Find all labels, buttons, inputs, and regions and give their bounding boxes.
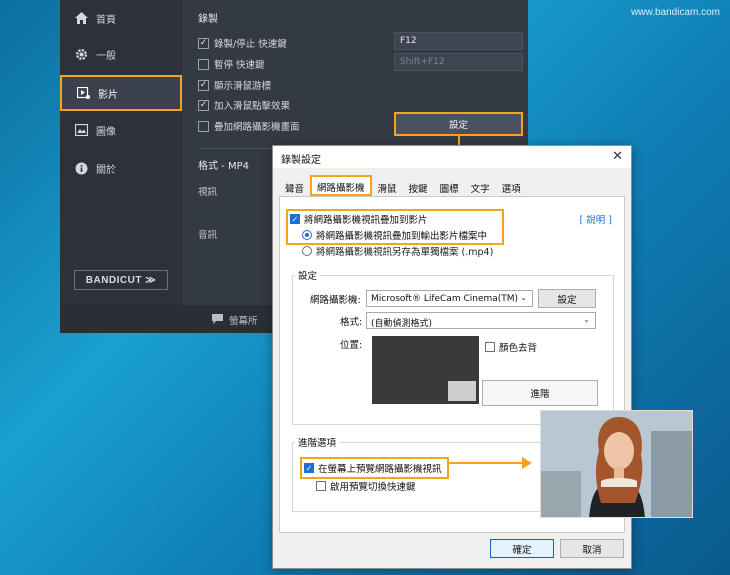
option-label: 在螢幕上預覽網路攝影機視訊 (318, 464, 442, 475)
webcam-preview-photo (540, 410, 693, 518)
tab-sound[interactable]: 聲音 (279, 178, 310, 196)
webcam-select[interactable]: Microsoft® LifeCam Cinema(TM) ⌄ (366, 290, 533, 307)
tab-mouse[interactable]: 滑鼠 (372, 178, 403, 196)
sidebar-item-about[interactable]: 關於 (60, 150, 182, 186)
bandicut-button[interactable]: BANDICUT ≫ (74, 270, 168, 290)
chevron-down-icon: ⌄ (520, 293, 527, 302)
tab-logo[interactable]: 圖標 (434, 178, 465, 196)
chevron-down-icon: ⌄ (583, 315, 590, 324)
gear-icon (74, 47, 88, 61)
sidebar-item-video[interactable]: 影片 (60, 75, 182, 111)
add-webcam-option[interactable]: ✓ 將網路攝影機視訊疊加到影片 (290, 212, 428, 226)
option-label: 將網路攝影機視訊疊加到輸出影片檔案中 (316, 231, 488, 242)
tab-webcam[interactable]: 網路攝影機 (310, 175, 372, 196)
preview-hotkey-option[interactable]: 啟用預覽切換快速鍵 (316, 479, 416, 493)
checkbox[interactable] (198, 58, 209, 70)
webcam-label: 網路攝影機: (310, 295, 361, 306)
position-label: 位置: (340, 340, 363, 351)
arrow-right-icon (447, 457, 532, 469)
position-preview[interactable] (372, 336, 479, 404)
format-section-title: 格式 - MP4 (198, 161, 249, 172)
close-icon[interactable]: ✕ (612, 149, 623, 164)
advanced-group-title: 進階選項 (295, 435, 340, 449)
sidebar-item-general[interactable]: 一般 (60, 36, 182, 72)
option-label: 暫停 快速鍵 (214, 60, 265, 71)
radio-button[interactable] (302, 246, 312, 256)
cancel-button[interactable]: 取消 (560, 539, 624, 558)
record-hotkey-field[interactable]: F12 (394, 32, 523, 50)
checkbox[interactable] (485, 342, 495, 352)
sidebar-item-label: 關於 (96, 164, 116, 176)
webcam-position-marker[interactable] (448, 381, 476, 401)
format-label: 格式: (340, 317, 363, 328)
audio-label: 音訊 (198, 230, 218, 241)
hotkey-record-row[interactable]: ✓ 錄製/停止 快速鍵 (198, 36, 287, 50)
tab-bar: 聲音 網路攝影機 滑鼠 按鍵 圖標 文字 選項 (279, 175, 527, 196)
option-label: 錄製/停止 快速鍵 (214, 39, 287, 50)
show-cursor-row[interactable]: ✓ 顯示滑鼠游標 (198, 78, 271, 92)
sidebar-item-image[interactable]: 圖像 (60, 112, 182, 148)
checkbox[interactable]: ✓ (304, 463, 314, 473)
option-label: 將網路攝影機視訊另存為單獨檔案 (.mp4) (316, 247, 494, 258)
pause-hotkey-field[interactable]: Shift+F12 (394, 53, 523, 71)
image-icon (74, 123, 88, 137)
sidebar-item-label: 首頁 (96, 14, 116, 26)
advanced-button[interactable]: 進階 (482, 380, 598, 406)
webcam-overlay-row[interactable]: 疊加網路攝影機畫面 (198, 119, 300, 133)
radio-button[interactable] (302, 230, 312, 240)
tab-keys[interactable]: 按鍵 (403, 178, 434, 196)
sidebar-item-label: 一般 (96, 50, 116, 62)
tab-options[interactable]: 選項 (496, 178, 527, 196)
checkbox[interactable]: ✓ (198, 79, 209, 91)
settings-group-title: 設定 (295, 268, 321, 282)
sidebar: 首頁 一般 影片 圖像 關於 BANDICUT ≫ (60, 0, 182, 305)
option-label: 顯示滑鼠游標 (214, 81, 272, 92)
checkbox[interactable] (198, 120, 209, 132)
webcam-settings-button[interactable]: 設定 (394, 112, 523, 136)
info-icon (74, 161, 88, 175)
watermark: www.bandicam.com (631, 7, 720, 18)
option-label: 將網路攝影機視訊疊加到影片 (304, 215, 428, 226)
sidebar-item-label: 影片 (98, 89, 118, 101)
webcam-select-value: Microsoft® LifeCam Cinema(TM) (371, 294, 519, 304)
ok-button[interactable]: 確定 (490, 539, 554, 558)
checkbox[interactable] (316, 481, 326, 491)
checkbox[interactable]: ✓ (198, 99, 209, 111)
option-label: 疊加網路攝影機畫面 (214, 122, 300, 133)
recording-section-title: 錄製 (198, 14, 218, 25)
home-icon (74, 11, 88, 25)
option-label: 顏色去背 (499, 343, 538, 354)
option-label: 啟用預覽切換快速鍵 (330, 482, 416, 493)
tab-text[interactable]: 文字 (465, 178, 496, 196)
checkbox[interactable]: ✓ (198, 37, 209, 49)
chat-icon (212, 313, 223, 327)
sidebar-item-home[interactable]: 首頁 (60, 0, 182, 36)
option-label: 加入滑鼠點擊效果 (214, 101, 291, 112)
format-select-value: (自動偵測格式) (371, 319, 433, 329)
hotkey-pause-row[interactable]: 暫停 快速鍵 (198, 57, 265, 71)
help-link[interactable]: [ 說明 ] (580, 212, 612, 226)
save-separate-radio[interactable]: 將網路攝影機視訊另存為單獨檔案 (.mp4) (302, 244, 493, 258)
video-icon (76, 86, 90, 100)
click-effect-row[interactable]: ✓ 加入滑鼠點擊效果 (198, 98, 290, 112)
footer-text: 螢幕所 (229, 316, 258, 327)
chroma-key-option[interactable]: 顏色去背 (485, 340, 537, 354)
video-label: 視訊 (198, 187, 218, 198)
format-select[interactable]: (自動偵測格式) ⌄ (366, 312, 596, 329)
overlay-into-output-radio[interactable]: 將網路攝影機視訊疊加到輸出影片檔案中 (302, 228, 487, 242)
webcam-settings-button[interactable]: 設定 (538, 289, 596, 308)
dialog-titlebar: 錄製設定 ✕ (273, 146, 631, 168)
dialog-title: 錄製設定 (281, 155, 321, 166)
preview-webcam-option[interactable]: ✓ 在螢幕上預覽網路攝影機視訊 (304, 461, 442, 475)
checkbox[interactable]: ✓ (290, 214, 300, 224)
sidebar-item-label: 圖像 (96, 126, 116, 138)
